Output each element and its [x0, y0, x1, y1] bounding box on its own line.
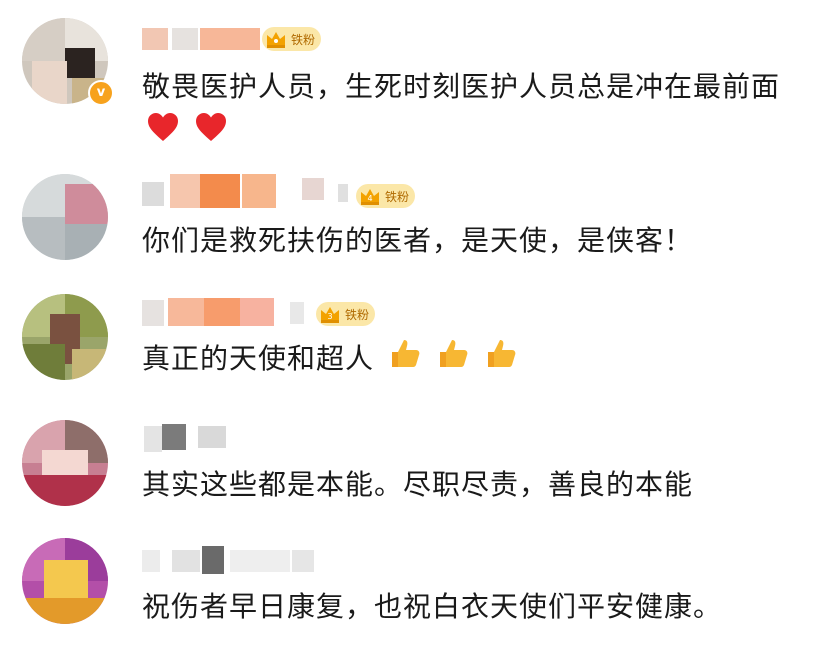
fan-badge-label: 铁粉: [291, 32, 316, 47]
thumbs-up-emoji-icon: [436, 336, 470, 384]
username-blurred[interactable]: [142, 418, 242, 454]
comment-item: 3 铁粉 真正的天使和超人: [0, 282, 828, 402]
thumbs-up-emoji-icon: [484, 336, 518, 384]
comment-item: 其实这些都是本能。尽职尽责，善良的本能: [0, 402, 828, 522]
crown-icon: 4: [358, 185, 382, 207]
fan-badge-label: 铁粉: [345, 307, 370, 322]
avatar[interactable]: [22, 420, 108, 506]
fan-badge-label: 铁粉: [385, 189, 410, 204]
comment-text: 你们是救死扶伤的医者，是天使，是侠客！: [142, 224, 694, 257]
username-blurred[interactable]: [142, 292, 322, 328]
comment-item: 祝伤者早日康复，也祝白衣天使们平安健康。: [0, 522, 828, 648]
username-blurred[interactable]: [142, 174, 362, 210]
avatar[interactable]: [22, 294, 108, 380]
comment-item: v 铁粉 敬畏医护人员，生死时刻医护人员总是冲在最前面: [0, 0, 828, 162]
avatar[interactable]: [22, 174, 108, 260]
comment-item: 4 铁粉 你们是救死扶伤的医者，是天使，是侠客！: [0, 162, 828, 282]
fan-badge: 铁粉: [262, 27, 322, 51]
comment-text: 祝伤者早日康复，也祝白衣天使们平安健康。: [142, 590, 723, 623]
fan-level: 3: [327, 312, 332, 321]
fan-badge: 3 铁粉: [316, 302, 376, 326]
avatar[interactable]: [22, 538, 108, 624]
crown-icon: [264, 28, 288, 50]
crown-icon: 3: [318, 303, 342, 325]
username-blurred[interactable]: [142, 540, 362, 576]
comment-text: 真正的天使和超人: [142, 336, 802, 384]
verified-v-icon: v: [88, 80, 114, 106]
fan-level: 4: [367, 194, 372, 203]
comment-text: 敬畏医护人员，生死时刻医护人员总是冲在最前面: [142, 64, 802, 157]
fan-badge: 4 铁粉: [356, 184, 416, 208]
heart-emoji-icon: [194, 111, 228, 157]
thumbs-up-emoji-icon: [388, 336, 422, 384]
heart-emoji-icon: [146, 111, 180, 157]
comment-text: 其实这些都是本能。尽职尽责，善良的本能: [142, 468, 694, 501]
